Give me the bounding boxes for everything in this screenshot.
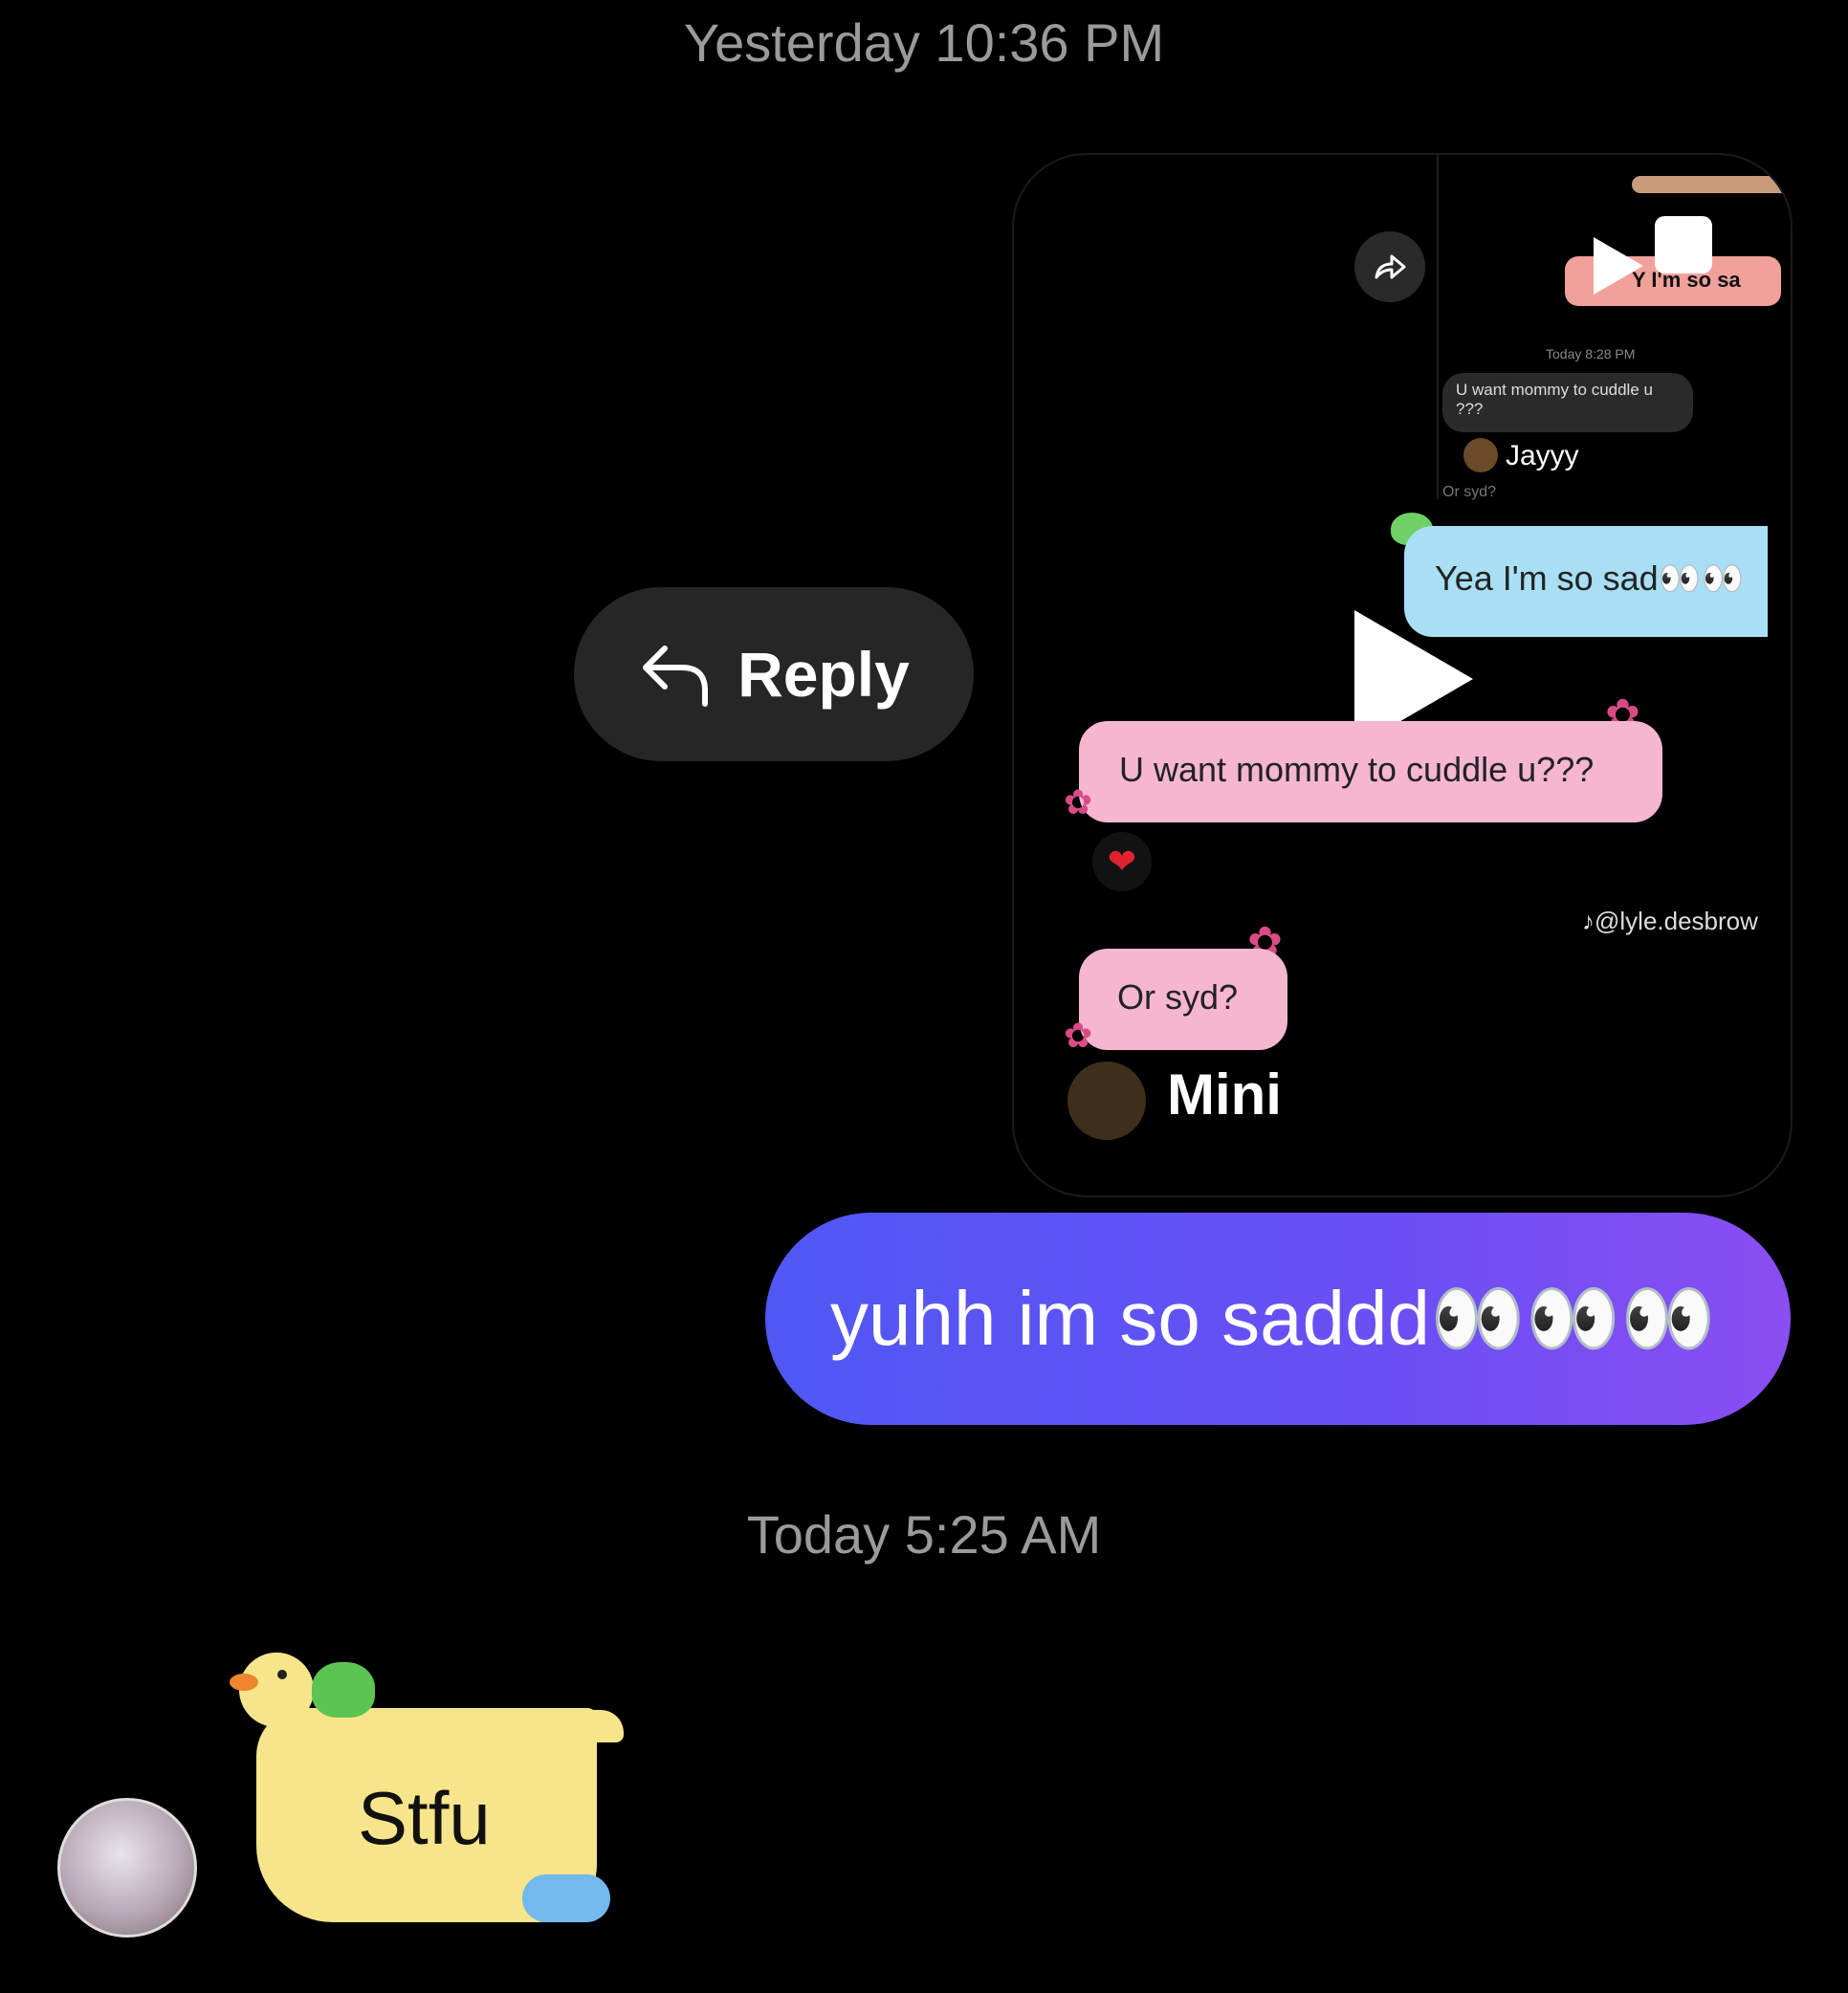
pink-chat-bubble-2: Or syd? [1079,949,1287,1050]
reply-arrow-icon [643,646,709,707]
blue-bubble-text: Yea I'm so sad👀👀 [1435,558,1745,598]
shared-video-card[interactable]: Y I'm so sa Today 8:28 PM U want mommy t… [1012,153,1793,1197]
corner-play-icon [1594,237,1643,295]
sent-message-bubble[interactable]: yuhh im so saddd👀👀👀 [765,1213,1791,1425]
share-arrow-icon [1375,254,1406,279]
heart-reaction-icon: ❤ [1092,832,1152,891]
tiktok-watermark: ♪@lyle.desbrow [1582,907,1758,935]
flower-icon: ✿ [1064,782,1093,821]
video-divider [1437,155,1439,499]
inner-top-strip [1632,176,1791,193]
mini-name: Mini [1167,1062,1282,1127]
sent-message-text: yuhh im so saddd👀👀👀 [830,1276,1716,1361]
inner-fragment: Or syd? [1442,484,1497,500]
pink-bubble-2-text: Or syd? [1117,977,1239,1017]
received-message-text: Stfu [358,1776,491,1860]
cloud-icon [522,1874,610,1922]
pink-chat-bubble: U want mommy to cuddle u??? [1079,721,1662,822]
inner-timestamp: Today 8:28 PM [1546,346,1636,361]
timestamp-today: Today 5:25 AM [746,1504,1102,1565]
pink-bubble-text: U want mommy to cuddle u??? [1119,750,1595,789]
sender-avatar[interactable] [57,1798,197,1938]
flower-icon: ✿ [1064,1016,1093,1055]
duck-beak-icon [230,1674,258,1691]
mini-avatar [1067,1062,1146,1140]
duck-eye-icon [277,1670,287,1679]
reply-label: Reply [737,639,910,710]
inner-chat-bubble: U want mommy to cuddle u ??? [1442,373,1693,432]
inner-name: Jayyy [1506,440,1579,471]
corner-stop-icon [1655,216,1712,274]
reply-button[interactable]: Reply [574,587,974,761]
inner-avatar [1463,438,1498,472]
timestamp-yesterday: Yesterday 10:36 PM [683,12,1165,73]
frog-sticker-icon [312,1662,375,1718]
share-button[interactable] [1354,231,1425,302]
